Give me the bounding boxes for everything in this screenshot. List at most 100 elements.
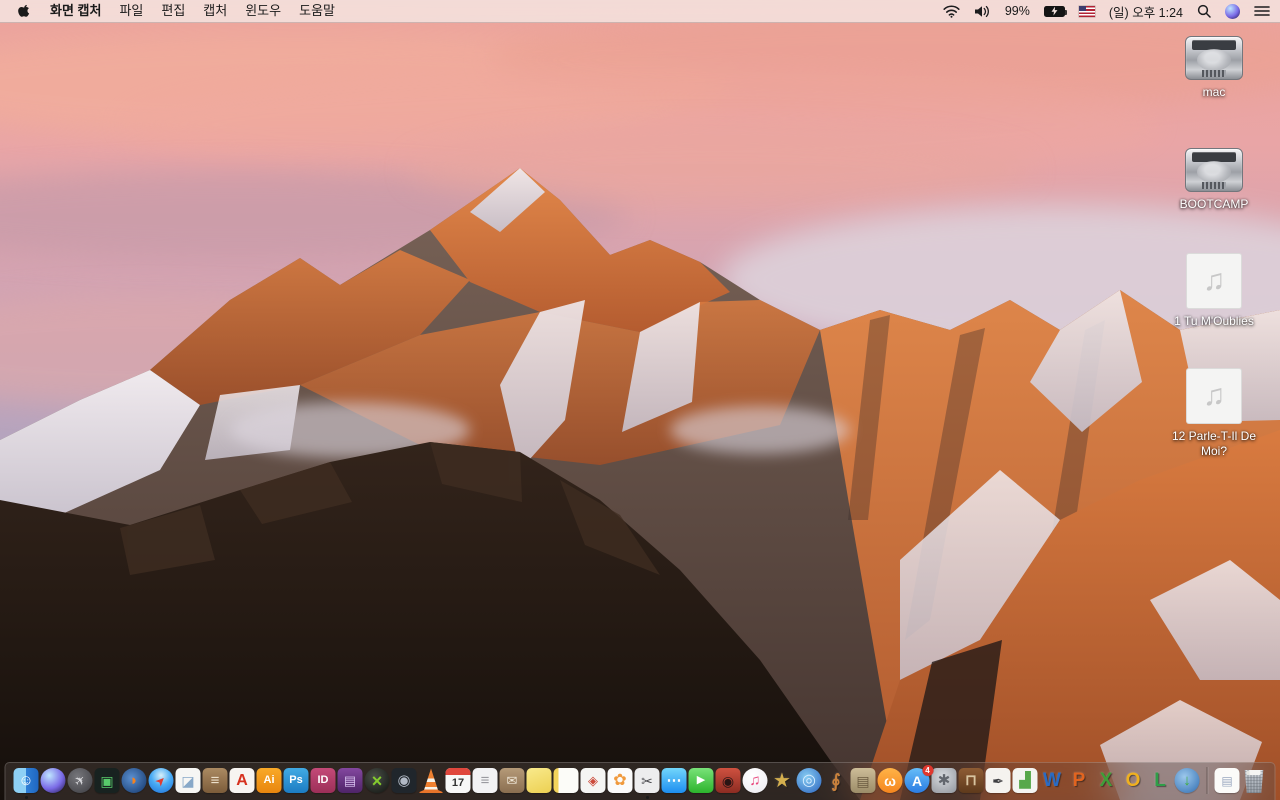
- dock-item-safari[interactable]: ➤: [148, 768, 174, 794]
- us-flag-icon[interactable]: [1078, 5, 1095, 17]
- system-preferences-icon: ✱: [931, 768, 957, 793]
- dock-item-lync[interactable]: L: [1147, 768, 1173, 794]
- spotlight-icon[interactable]: [1197, 4, 1211, 18]
- dock-item-illustrator[interactable]: Ai: [256, 768, 282, 794]
- dock-item-keynote[interactable]: ⊓: [958, 768, 984, 794]
- dock-item-messages[interactable]: ⋯: [661, 768, 687, 794]
- keynote-icon: ⊓: [958, 768, 984, 793]
- grab-icon: ✂: [634, 768, 660, 793]
- outlook-icon: O: [1125, 770, 1141, 791]
- menu-item-3[interactable]: 캡처: [194, 3, 236, 18]
- dock-item-powerpoint[interactable]: P: [1066, 768, 1092, 794]
- dock-item-download-manager[interactable]: ↓: [1174, 768, 1200, 794]
- photos-icon: ✿: [607, 768, 633, 793]
- volume-icon[interactable]: [974, 5, 991, 18]
- dock-item-garageband[interactable]: ∮: [823, 768, 849, 794]
- video-converter-icon: ×: [364, 768, 390, 793]
- imovie-icon: ★: [773, 769, 791, 792]
- word-icon: W: [1043, 770, 1061, 791]
- dock-item-app-store[interactable]: A4: [904, 764, 933, 794]
- apple-menu[interactable]: [10, 4, 41, 19]
- notification-center-icon[interactable]: [1254, 5, 1270, 17]
- dock-item-imovie[interactable]: ★: [769, 768, 795, 794]
- dock-item-system-preferences[interactable]: ✱: [931, 768, 957, 794]
- dock-item-pages[interactable]: ✒: [985, 768, 1011, 794]
- dock-item-word[interactable]: W: [1039, 768, 1065, 794]
- dock-item-finder[interactable]: ☺: [13, 768, 39, 799]
- illustrator-icon: Ai: [256, 768, 282, 793]
- lync-icon: L: [1154, 770, 1166, 791]
- menu-item-0[interactable]: 화면 캡처: [41, 3, 110, 18]
- dock-item-photo-booth[interactable]: ◉: [715, 768, 741, 794]
- dock-item-numbers[interactable]: ▟: [1012, 768, 1038, 794]
- dock-item-notes[interactable]: [553, 768, 579, 794]
- menu-item-4[interactable]: 윈도우: [236, 3, 290, 18]
- dock-item-outlook[interactable]: O: [1120, 768, 1146, 794]
- dock-item-acrobat-reader[interactable]: A: [229, 768, 255, 794]
- battery-charging-icon[interactable]: [1043, 5, 1067, 17]
- notes-icon: [553, 768, 579, 793]
- itunes-icon: ♫: [742, 768, 768, 793]
- desktop-icon-bootcamp[interactable]: BOOTCAMP: [1166, 148, 1262, 212]
- dock-item-idvd[interactable]: ◎: [796, 768, 822, 794]
- menu-item-5[interactable]: 도움말: [290, 3, 344, 18]
- siri-icon[interactable]: [1225, 3, 1240, 19]
- dock-item-preview[interactable]: ◪: [175, 768, 201, 794]
- dock-item-news-collage[interactable]: ▤: [850, 768, 876, 794]
- desktop-icon-label: 1 Tu M'Oublies: [1174, 314, 1254, 328]
- dock-item-firefox[interactable]: ◗: [121, 768, 147, 794]
- running-indicator: [24, 795, 28, 799]
- messages-icon: ⋯: [661, 768, 687, 793]
- apple-logo-icon: [18, 4, 30, 17]
- window-manager-icon: ▣: [94, 768, 120, 793]
- dock-item-toast[interactable]: ▤: [337, 768, 363, 794]
- dock-item-disk-tool[interactable]: ◉: [391, 768, 417, 794]
- desktop-icon-song-2[interactable]: ♫ 12 Parle-T-Il De Moi?: [1166, 368, 1262, 459]
- dock-item-itunes[interactable]: ♫: [742, 768, 768, 794]
- dock-item-window-manager[interactable]: ▣: [94, 768, 120, 794]
- menu-item-1[interactable]: 파일: [110, 3, 152, 18]
- stickies-icon: [526, 768, 552, 793]
- trash-icon: [1244, 770, 1264, 793]
- wifi-icon[interactable]: [943, 4, 960, 18]
- news-collage-icon: ▤: [850, 768, 876, 793]
- dock-item-launchpad[interactable]: ✈: [67, 768, 93, 794]
- contacts-icon: ≡: [202, 768, 228, 793]
- dock-item-grab[interactable]: ✂: [634, 768, 660, 799]
- launchpad-icon: ✈: [67, 768, 93, 793]
- dock-item-ibooks[interactable]: ω: [877, 768, 903, 794]
- menu-bar-clock[interactable]: (일) 오후 1:24: [1109, 2, 1183, 21]
- notification-badge: 4: [922, 764, 933, 776]
- dock-item-stickies[interactable]: [526, 768, 552, 794]
- desktop-icon-label: 12 Parle-T-Il De Moi?: [1171, 429, 1257, 458]
- dock-item-contacts[interactable]: ≡: [202, 768, 228, 794]
- hard-drive-icon: [1185, 36, 1243, 80]
- app-menus: 화면 캡처 파일 편집 캡처 윈도우 도움말: [41, 0, 344, 22]
- dock-item-trash[interactable]: [1241, 768, 1267, 794]
- status-area: 99% (일) 오후 1:24: [943, 2, 1270, 21]
- dock-item-calendar[interactable]: 17: [445, 768, 471, 794]
- dock-item-vlc[interactable]: [418, 768, 444, 794]
- dock-item-doc-viewer[interactable]: ◈: [580, 768, 606, 794]
- dock-item-facetime[interactable]: ▶: [688, 768, 714, 794]
- excel-icon: X: [1099, 770, 1113, 791]
- mail-archive-icon: ✉: [499, 768, 525, 793]
- indesign-icon: ID: [310, 768, 336, 793]
- desktop-icon-mac[interactable]: mac: [1166, 36, 1262, 100]
- toast-icon: ▤: [337, 768, 363, 793]
- dock-item-photos[interactable]: ✿: [607, 768, 633, 794]
- dock-item-indesign[interactable]: ID: [310, 768, 336, 794]
- idvd-icon: ◎: [796, 768, 822, 793]
- dock-item-siri[interactable]: [40, 768, 66, 794]
- dock-item-document-file[interactable]: ▤: [1214, 768, 1240, 794]
- battery-percent: 99%: [1004, 4, 1030, 18]
- dock-item-video-converter[interactable]: ×: [364, 768, 390, 794]
- menu-item-2[interactable]: 편집: [152, 3, 194, 18]
- dock-item-excel[interactable]: X: [1093, 768, 1119, 794]
- finder-icon: ☺: [13, 768, 39, 793]
- photoshop-icon: Ps: [283, 768, 309, 793]
- dock-item-reminders[interactable]: ≡: [472, 768, 498, 794]
- dock-item-photoshop[interactable]: Ps: [283, 768, 309, 794]
- desktop-icon-song-1[interactable]: ♫ 1 Tu M'Oublies: [1166, 253, 1262, 329]
- dock-item-mail-archive[interactable]: ✉: [499, 768, 525, 794]
